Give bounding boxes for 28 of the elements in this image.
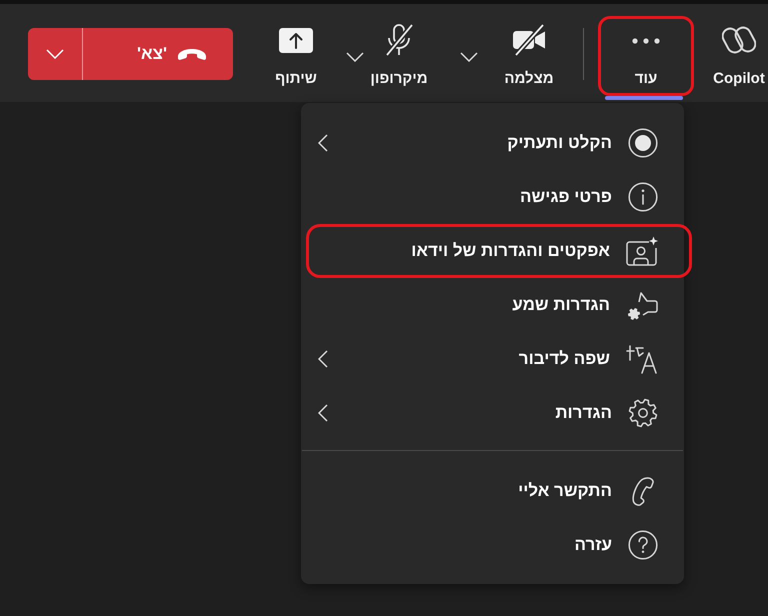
phone-hangup-icon — [177, 48, 207, 60]
camera-button[interactable]: מצלמה — [500, 20, 558, 87]
menu-item[interactable]: שפה לדיבור — [301, 332, 684, 386]
speaker-gear-icon — [626, 290, 658, 320]
copilot-button[interactable]: Copilot — [710, 20, 768, 87]
more-icon — [632, 38, 660, 44]
share-button[interactable]: שיתוף — [270, 20, 322, 87]
menu-item[interactable]: הגדרות שמע — [301, 278, 684, 332]
menu-item[interactable]: עזרה — [301, 518, 684, 572]
arrow-up-box-icon — [279, 28, 313, 54]
menu-item[interactable]: הקלט ותעתיק — [301, 116, 684, 170]
menu-item[interactable]: התקשר אליי — [301, 464, 684, 518]
leave-button[interactable]: 'צא' — [82, 28, 233, 80]
microphone-off-icon — [384, 24, 414, 56]
record-icon — [628, 128, 658, 158]
chevron-down-icon[interactable] — [346, 52, 364, 62]
info-icon — [628, 182, 658, 212]
camera-off-icon — [512, 24, 546, 56]
chevron-down-icon — [46, 49, 64, 59]
settings-icon — [628, 398, 658, 428]
help-icon — [628, 530, 658, 560]
chevron-down-icon[interactable] — [460, 52, 478, 62]
person-sparkle-icon — [626, 236, 658, 266]
microphone-button[interactable]: מיקרופון — [366, 20, 432, 87]
menu-item[interactable]: אפקטים והגדרות של וידאו — [306, 224, 692, 278]
language-icon — [626, 344, 658, 374]
menu-item[interactable]: פרטי פגישה — [301, 170, 684, 224]
menu-item[interactable]: הגדרות — [301, 386, 684, 440]
